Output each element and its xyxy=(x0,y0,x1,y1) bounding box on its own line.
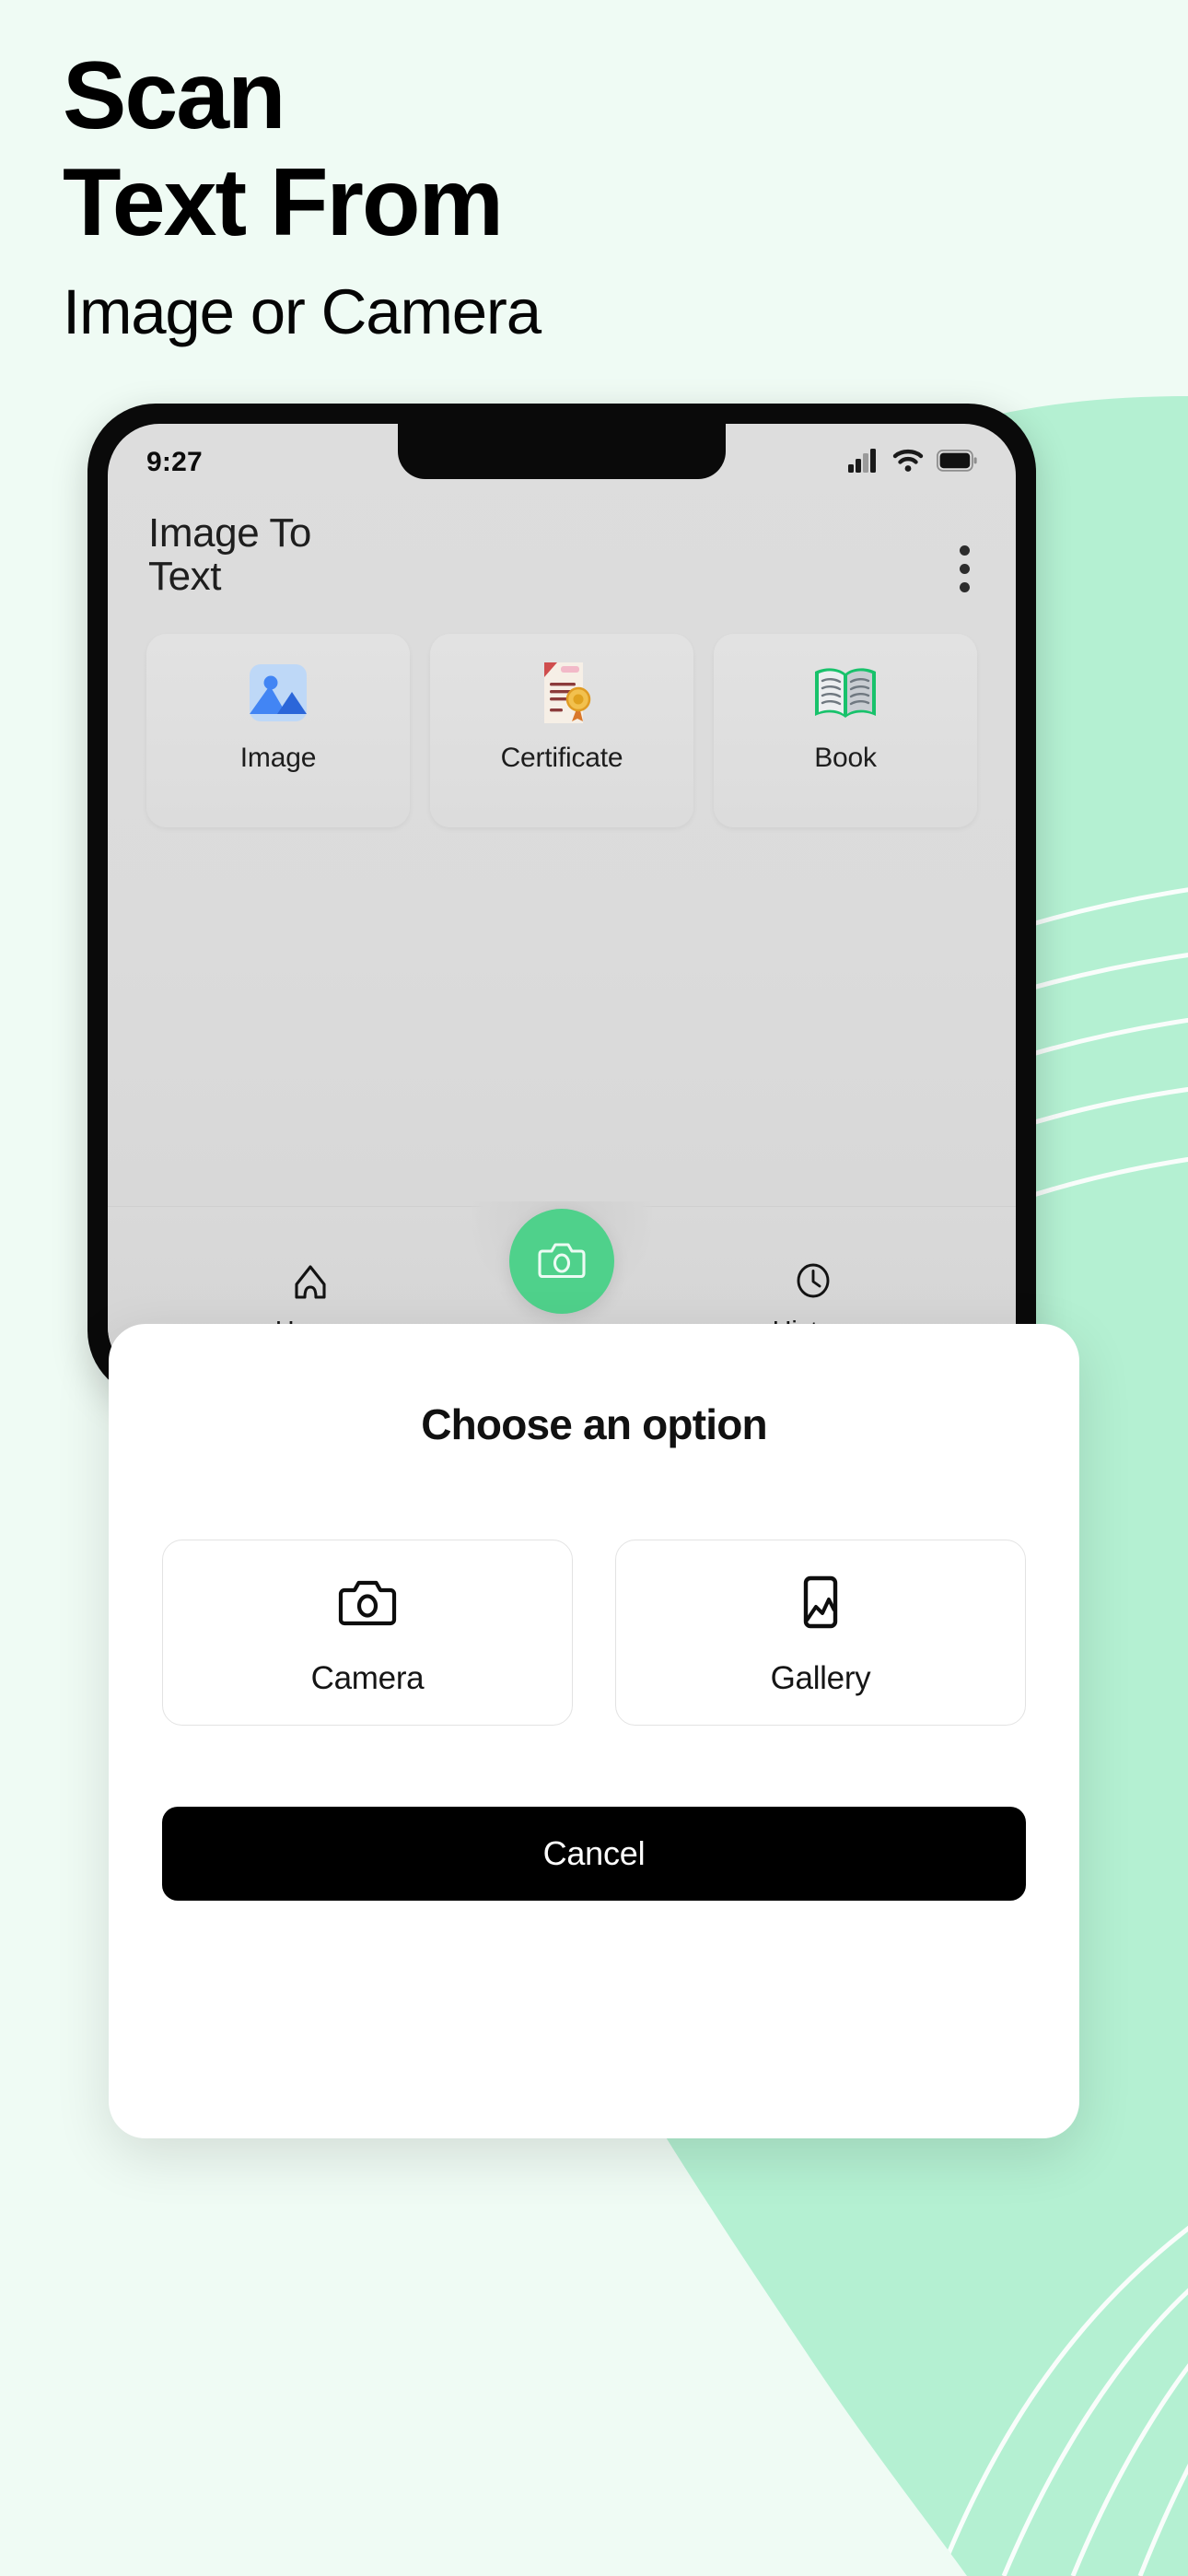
option-label: Gallery xyxy=(770,1659,871,1696)
battery-icon xyxy=(936,449,977,476)
headline-line-2: Text From xyxy=(63,149,504,257)
category-label: Book xyxy=(814,743,877,773)
page-title: Image To Text xyxy=(148,510,311,599)
photo-mountain-icon xyxy=(239,654,317,732)
category-label: Image xyxy=(239,743,317,773)
signal-icon xyxy=(848,448,879,477)
three-dots-vertical-icon[interactable] xyxy=(960,512,975,592)
phone-screen: 9:27 Image To Text Image Certificate Boo… xyxy=(108,424,1016,1378)
camera-outline-icon xyxy=(334,1569,401,1640)
category-card-certificate[interactable]: Certificate xyxy=(430,634,693,827)
category-row: Image Certificate Book xyxy=(108,634,1016,827)
headline-line-1: Scan xyxy=(63,42,286,149)
camera-icon xyxy=(535,1233,588,1291)
wifi-icon xyxy=(892,449,924,477)
modal-options-row: Camera Gallery xyxy=(162,1540,1026,1726)
option-label: Camera xyxy=(310,1659,425,1696)
camera-fab-button[interactable] xyxy=(509,1209,614,1314)
app-header: Image To Text xyxy=(108,510,1016,599)
cancel-button[interactable]: Cancel xyxy=(162,1807,1026,1901)
category-card-book[interactable]: Book xyxy=(714,634,977,827)
status-bar-icons xyxy=(848,448,977,477)
status-bar-time: 9:27 xyxy=(146,447,203,477)
option-camera-button[interactable]: Camera xyxy=(162,1540,573,1726)
option-gallery-button[interactable]: Gallery xyxy=(615,1540,1026,1726)
category-card-image[interactable]: Image xyxy=(146,634,410,827)
phone-mockup: 9:27 Image To Text Image Certificate Boo… xyxy=(87,404,1036,1399)
clock-icon xyxy=(791,1259,835,1307)
open-book-icon xyxy=(807,654,884,732)
category-label: Certificate xyxy=(500,743,623,773)
modal-title: Choose an option xyxy=(421,1400,767,1448)
headline-subtitle: Image or Camera xyxy=(63,275,542,347)
status-bar: 9:27 xyxy=(108,444,1016,481)
home-icon xyxy=(288,1259,332,1307)
choose-option-modal: Choose an option Camera Gallery Cancel xyxy=(109,1324,1079,2138)
certificate-seal-icon xyxy=(523,654,600,732)
image-outline-icon xyxy=(787,1569,854,1640)
headline-block: Scan Text From Image or Camera xyxy=(63,42,1131,347)
